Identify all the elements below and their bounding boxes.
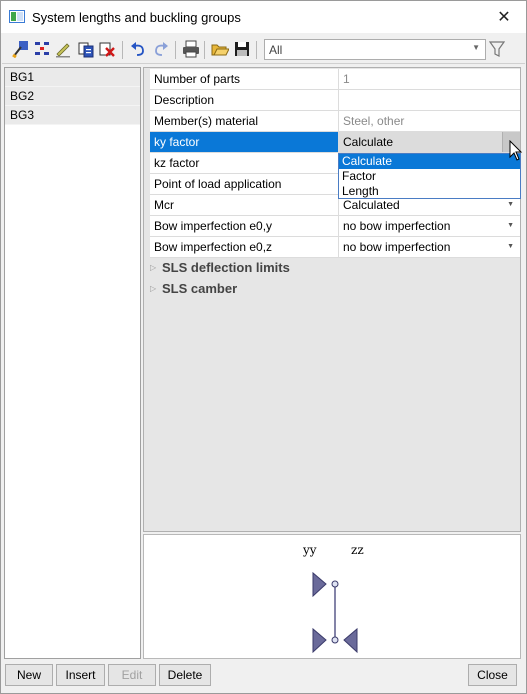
property-row: Bow imperfection e0,z no bow imperfectio… (150, 237, 520, 258)
property-row: Description (150, 90, 520, 111)
save-icon[interactable] (233, 40, 251, 58)
dropdown-list: Calculate Factor Length (338, 153, 521, 199)
support-diagram (312, 571, 358, 654)
list-item[interactable]: BG3 (5, 106, 140, 125)
filter-icon[interactable] (489, 40, 505, 58)
dialog-window: System lengths and buckling groups ✕ All… (0, 0, 527, 694)
property-label[interactable]: Number of parts (150, 69, 339, 89)
preview-label-zz: zz (351, 543, 364, 557)
property-dropdown[interactable]: no bow imperfection ▼ (339, 216, 520, 236)
filter-select-value: All (269, 43, 283, 57)
section-title: SLS deflection limits (162, 260, 290, 275)
select-icon[interactable] (12, 40, 30, 58)
property-label[interactable]: Point of load application (150, 174, 339, 194)
toolbar-separator (175, 41, 176, 59)
property-label[interactable]: Bow imperfection e0,y (150, 216, 339, 236)
filter-select[interactable]: All ▼ (264, 39, 486, 60)
properties-grid: Number of parts 1 Description Member(s) … (143, 67, 521, 532)
property-row: Number of parts 1 (150, 69, 520, 90)
buckling-group-list[interactable]: BG1 BG2 BG3 (4, 67, 141, 659)
property-label[interactable]: Member(s) material (150, 111, 339, 131)
align-icon[interactable] (33, 40, 51, 58)
insert-button[interactable]: Insert (56, 664, 105, 686)
edit-icon[interactable] (54, 40, 72, 58)
delete-button[interactable]: Delete (159, 664, 211, 686)
redo-icon[interactable] (152, 40, 170, 58)
property-label[interactable]: kz factor (150, 153, 339, 173)
open-icon[interactable] (211, 40, 229, 58)
close-window-button[interactable]: ✕ (482, 1, 526, 33)
window-title: System lengths and buckling groups (32, 10, 241, 25)
undo-icon[interactable] (129, 40, 147, 58)
property-label[interactable]: Description (150, 90, 339, 110)
dropdown-option[interactable]: Factor (339, 169, 520, 184)
section-title: SLS camber (162, 281, 238, 296)
dropdown-option[interactable]: Calculate (339, 154, 520, 169)
expand-icon: ▷ (150, 284, 157, 293)
new-button[interactable]: New (5, 664, 53, 686)
preview-label-yy: yy (303, 543, 317, 557)
toolbar-separator (256, 41, 257, 59)
toolbar-separator (204, 41, 205, 59)
property-label[interactable]: Mcr (150, 195, 339, 215)
buckling-preview: yy zz (143, 534, 521, 659)
list-item[interactable]: BG1 (5, 68, 140, 87)
chevron-down-icon: ▼ (507, 243, 514, 250)
section-sls-camber[interactable]: ▷ SLS camber (150, 279, 237, 299)
property-row-selected: ky factor Calculate (150, 132, 520, 153)
mouse-cursor-icon (509, 140, 523, 161)
property-value: no bow imperfection (343, 240, 451, 254)
app-icon (9, 10, 25, 23)
property-value: Steel, other (343, 114, 405, 128)
property-dropdown[interactable]: Calculate (339, 132, 520, 152)
property-value[interactable] (339, 90, 520, 110)
property-value: 1 (343, 72, 350, 86)
chevron-down-icon: ▼ (472, 43, 480, 52)
toolbar-separator (122, 41, 123, 59)
property-value: Calculate (343, 135, 394, 149)
dropdown-option[interactable]: Length (339, 184, 520, 199)
property-label[interactable]: Bow imperfection e0,z (150, 237, 339, 257)
delete-icon[interactable] (98, 40, 116, 58)
list-item[interactable]: BG2 (5, 87, 140, 106)
edit-button: Edit (108, 664, 156, 686)
property-value: no bow imperfection (343, 219, 451, 233)
property-row: Bow imperfection e0,y no bow imperfectio… (150, 216, 520, 237)
property-value: Calculated (343, 198, 400, 212)
chevron-down-icon: ▼ (507, 222, 514, 229)
close-button[interactable]: Close (468, 664, 517, 686)
print-icon[interactable] (182, 40, 200, 58)
section-sls-deflection[interactable]: ▷ SLS deflection limits (150, 258, 290, 278)
title-bar: System lengths and buckling groups ✕ (1, 1, 526, 33)
property-dropdown[interactable]: no bow imperfection ▼ (339, 237, 520, 257)
expand-icon: ▷ (150, 263, 157, 272)
property-row: Member(s) material Steel, other (150, 111, 520, 132)
toolbar: All ▼ (2, 34, 525, 64)
property-label[interactable]: ky factor (150, 132, 339, 152)
copy-icon[interactable] (77, 40, 95, 58)
